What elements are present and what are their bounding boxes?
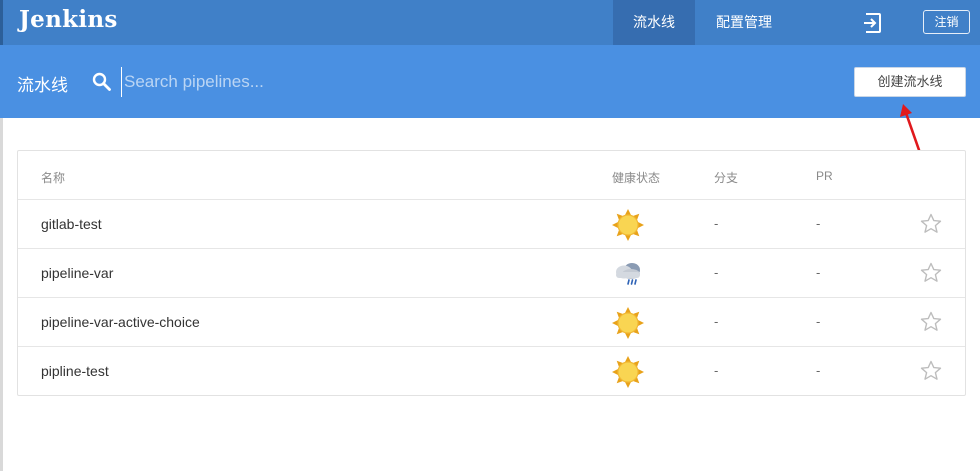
rain-cloud-icon [616,263,640,285]
favorite-star-icon[interactable] [920,360,942,382]
pipeline-name[interactable]: pipeline-var-active-choice [41,314,200,330]
logout-icon[interactable] [861,11,885,35]
sunny-icon [612,356,644,388]
pipelines-table: 名称 健康状态 分支 PR gitlab-test - - pipeline-v… [17,150,966,396]
table-row[interactable]: pipline-test - - [18,347,965,396]
pr-count: - [816,265,821,280]
jenkins-logo[interactable]: Jenkins [19,6,118,33]
page-title: 流水线 [17,76,68,95]
pr-count: - [816,216,821,231]
branch-count: - [714,363,719,378]
table-row[interactable]: pipeline-var - - [18,249,965,298]
branch-count: - [714,265,719,280]
table-row[interactable]: pipeline-var-active-choice - - [18,298,965,347]
favorite-star-icon[interactable] [920,262,942,284]
search-input[interactable] [121,67,681,97]
favorite-star-icon[interactable] [920,213,942,235]
sunny-icon [612,209,644,241]
table-header: 名称 健康状态 分支 PR [18,151,965,200]
favorite-star-icon[interactable] [920,311,942,333]
left-border [0,118,3,471]
pr-count: - [816,363,821,378]
table-row[interactable]: gitlab-test - - [18,200,965,249]
pipeline-name[interactable]: gitlab-test [41,216,102,232]
sunny-icon [612,307,644,339]
pipelines-header: 流水线 创建流水线 [0,45,980,118]
tab-administration[interactable]: 配置管理 [703,0,785,45]
column-header-health[interactable]: 健康状态 [612,169,660,186]
pipeline-name[interactable]: pipline-test [41,363,109,379]
search-icon [92,72,111,91]
tab-pipelines[interactable]: 流水线 [613,0,695,45]
column-header-pr[interactable]: PR [816,169,833,183]
column-header-name[interactable]: 名称 [41,169,65,186]
column-header-branches[interactable]: 分支 [714,169,738,186]
create-pipeline-button[interactable]: 创建流水线 [854,67,966,97]
logout-button[interactable]: 注销 [923,10,970,34]
pr-count: - [816,314,821,329]
pipeline-name[interactable]: pipeline-var [41,265,113,281]
top-nav-bar: Jenkins 流水线 配置管理 注销 [0,0,980,45]
annotation-arrow [900,104,921,152]
branch-count: - [714,216,719,231]
branch-count: - [714,314,719,329]
